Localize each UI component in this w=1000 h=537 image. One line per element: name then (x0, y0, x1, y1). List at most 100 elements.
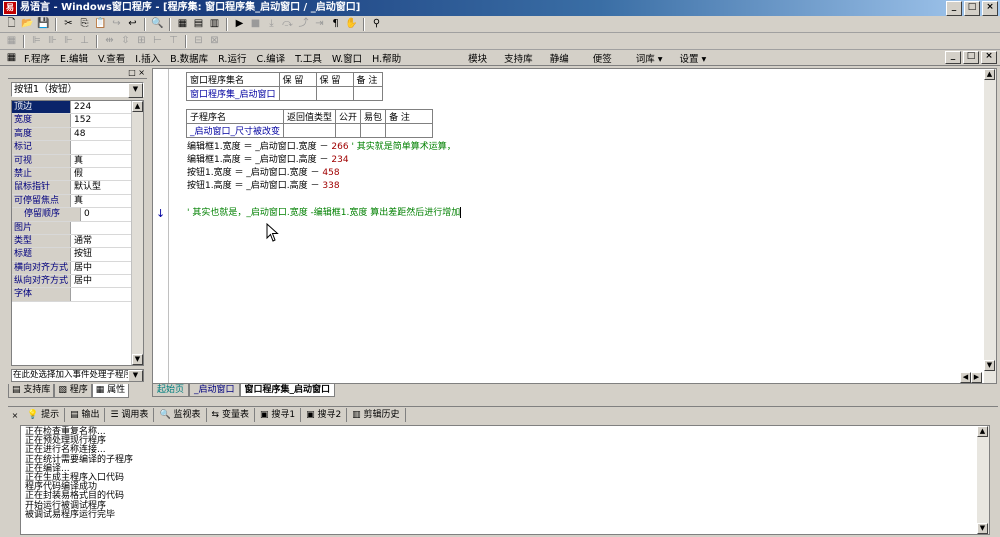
same-height-icon[interactable]: ⇳ (118, 34, 133, 48)
property-value[interactable]: 真 (71, 155, 132, 167)
tab-call-stack[interactable]: ☰ 调用表 (105, 408, 155, 422)
tab-watch[interactable]: 🔍 监视表 (154, 408, 207, 422)
scroll-up-icon[interactable]: ▲ (132, 101, 143, 112)
property-value[interactable]: 默认型 (71, 181, 132, 193)
property-row[interactable]: 可视真 (12, 154, 132, 168)
reserved-cell[interactable] (278, 86, 317, 101)
menu-module[interactable]: 模块 (456, 51, 499, 65)
menu-database[interactable]: B.数据库 (165, 51, 213, 65)
code-line[interactable]: 按钮1.宽度 ＝ _启动窗口.宽度 － 458 (187, 167, 340, 179)
property-row[interactable]: 纵向对齐方式 居中 (12, 275, 132, 289)
property-row[interactable]: 顶边 224 (12, 101, 132, 115)
code-line[interactable]: 编辑框1.高度 ＝ _启动窗口.高度 － 234 (187, 154, 349, 166)
code-line[interactable]: 编辑框1.宽度 ＝ _启动窗口.宽度 － 266 ' 其实就是简单算术运算， (187, 141, 456, 153)
binoculars-icon[interactable]: ⚲ (369, 17, 384, 31)
copy-icon[interactable]: ⎘ (77, 17, 92, 31)
code-line[interactable]: 按钮1.高度 ＝ _启动窗口.高度 － 338 (187, 180, 340, 192)
tab-program[interactable]: ▧ 程序 (54, 384, 92, 398)
property-value[interactable]: 152 (71, 114, 132, 126)
menu-run[interactable]: R.运行 (213, 51, 251, 65)
open-file-icon[interactable]: 📂 (20, 17, 35, 31)
menu-support-library[interactable]: 支持库 (499, 51, 538, 65)
split-view-icon[interactable]: ▥ (207, 17, 222, 31)
remark-cell[interactable] (352, 86, 383, 101)
run-icon[interactable]: ▶ (232, 17, 247, 31)
code-editor[interactable]: ↓ 窗口程序集名 保 留 保 留 备 注 窗口程序集_启动窗口 子程序名 返回值… (152, 68, 997, 384)
editor-vertical-scrollbar[interactable]: ▲ ▼ (984, 69, 996, 383)
property-value[interactable] (71, 222, 132, 234)
scroll-down-icon[interactable]: ▼ (132, 354, 143, 365)
property-row[interactable]: 字体 (12, 288, 132, 302)
code-view-icon[interactable]: ▤ (191, 17, 206, 31)
undo-icon[interactable]: ↩ (125, 17, 140, 31)
layout-view-icon[interactable]: ▦ (175, 17, 190, 31)
comment-line[interactable]: ' 其实也就是，_启动窗口.宽度 -编辑框1.宽度 算出差距然后进行增加 (187, 207, 462, 219)
step-out-icon[interactable]: ⤴ (296, 17, 311, 31)
center-vertical-icon[interactable]: ⊠ (207, 34, 222, 48)
menu-help[interactable]: H.帮助 (367, 51, 406, 65)
paste-icon[interactable]: 📋 (93, 17, 108, 31)
reserved-cell[interactable] (315, 86, 354, 101)
subroutine-name-cell[interactable]: _启动窗口_尺寸被改变 (185, 123, 285, 138)
panel-close-button[interactable]: × (138, 68, 145, 77)
tab-search2[interactable]: ▣ 搜寻2 (301, 408, 348, 422)
align-bottom-icon[interactable]: ⊥ (77, 34, 92, 48)
property-value[interactable]: 假 (71, 168, 132, 180)
chevron-down-icon[interactable]: ▼ (128, 83, 143, 98)
property-row[interactable]: 停留顺序 0 (12, 208, 132, 222)
new-file-icon[interactable]: 🗋 (4, 17, 19, 31)
property-row[interactable]: 禁止假 (12, 167, 132, 182)
menu-tools[interactable]: T.工具 (290, 51, 327, 65)
menu-static-compile[interactable]: 静编 (538, 51, 581, 65)
property-row[interactable]: 图片 (12, 221, 132, 235)
property-value[interactable]: 224 (71, 101, 132, 113)
menu-insert[interactable]: I.插入 (130, 51, 165, 65)
property-row[interactable]: 可停留焦点真 (12, 194, 132, 209)
property-value[interactable]: 48 (71, 128, 132, 140)
find-icon[interactable]: 🔍 (150, 17, 165, 31)
align-center-icon[interactable]: ⊪ (45, 34, 60, 48)
property-row[interactable]: 鼠标指针 默认型 (12, 181, 132, 195)
panel-close-icon[interactable]: × (8, 411, 22, 420)
space-horizontal-icon[interactable]: ⊢ (150, 34, 165, 48)
tab-variables[interactable]: ⇆ 变量表 (207, 408, 255, 422)
doc-close-button[interactable]: × (981, 51, 997, 64)
property-row[interactable]: 类型 通常 (12, 234, 132, 249)
property-row[interactable]: 宽度 152 (12, 114, 132, 128)
stop-icon[interactable]: ■ (248, 17, 263, 31)
cut-icon[interactable]: ✂ (61, 17, 76, 31)
editor-gutter[interactable]: ↓ (153, 69, 169, 383)
panel-float-button[interactable]: □ (128, 68, 136, 77)
step-into-icon[interactable]: ⤓ (264, 17, 279, 31)
redo-icon[interactable]: ↪ (109, 17, 124, 31)
easy-package-cell[interactable] (360, 123, 387, 138)
close-button[interactable]: × (982, 1, 998, 16)
scroll-right-icon[interactable]: ▶ (971, 372, 982, 383)
title-bar[interactable]: 易易语言 - Windows窗口程序 - [程序集: 窗口程序集_启动窗口 / … (0, 0, 1000, 16)
tab-window-assembly[interactable]: 窗口程序集_启动窗口 (239, 384, 336, 397)
tab-start-page[interactable]: 起始页 (152, 384, 190, 397)
property-row[interactable]: 标记 (12, 141, 132, 155)
property-value[interactable]: 0 (81, 208, 132, 220)
output-area[interactable]: 正在检查重复名称... 正在预处理现行程序 正在进行名称连接... 正在统计需要编译的… (20, 425, 990, 535)
chevron-down-icon[interactable]: ▼ (128, 370, 143, 381)
menu-notes[interactable]: 便签 (581, 51, 624, 65)
public-cell[interactable] (335, 123, 362, 138)
property-row[interactable]: 横向对齐方式 居中 (12, 261, 132, 276)
property-value[interactable]: 通常 (71, 235, 132, 247)
step-over-icon[interactable]: ⤼ (280, 17, 295, 31)
space-vertical-icon[interactable]: ⊤ (166, 34, 181, 48)
tab-startup-window[interactable]: _启动窗口 (189, 384, 240, 397)
output-scrollbar[interactable]: ▲ ▼ (977, 426, 989, 534)
save-icon[interactable]: 💾 (36, 17, 51, 31)
property-value[interactable]: 真 (71, 195, 132, 207)
property-row[interactable]: 标题 按钮 (12, 248, 132, 262)
scroll-up-icon[interactable]: ▲ (977, 426, 988, 437)
property-value[interactable]: 居中 (71, 275, 132, 287)
editor-horizontal-scrollbar[interactable]: ◀ ▶ (960, 372, 984, 383)
event-selector[interactable]: 在此处选择加入事件处理子程序 ▼ (11, 369, 144, 382)
menu-compile[interactable]: C.编译 (251, 51, 290, 65)
minimize-button[interactable]: _ (946, 1, 962, 16)
remark-cell[interactable] (385, 123, 434, 138)
tab-properties[interactable]: ▦ 属性 (91, 384, 130, 398)
